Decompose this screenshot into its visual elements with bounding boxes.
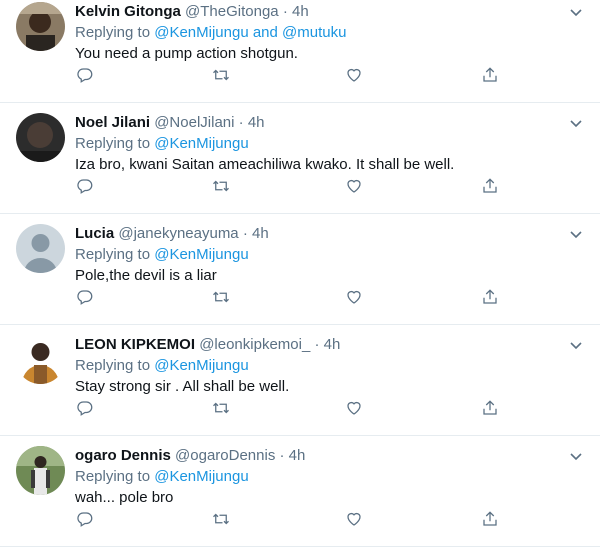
replying-to-link[interactable]: @KenMijungu [154, 357, 248, 374]
chevron-down-icon[interactable] [568, 226, 584, 242]
retweet-icon[interactable] [211, 287, 231, 307]
tweet[interactable]: Lucia @janekyneayuma · 4h Replying to @K… [0, 214, 600, 325]
tweet-actions [75, 398, 505, 418]
tweet-text: wah... pole bro [75, 489, 174, 506]
share-icon[interactable] [480, 287, 500, 307]
avatar[interactable] [16, 224, 65, 273]
author-handle[interactable]: @TheGitonga [185, 3, 279, 20]
chevron-down-icon[interactable] [568, 448, 584, 464]
timestamp[interactable]: 4h [248, 114, 265, 131]
heart-icon[interactable] [344, 176, 364, 196]
replying-to-prefix: Replying to [75, 135, 155, 152]
replying-to: Replying to @KenMijungu [75, 356, 249, 375]
tweet-actions [75, 176, 505, 196]
heart-icon[interactable] [344, 287, 364, 307]
separator-dot: · [238, 114, 244, 131]
replying-to-link[interactable]: @KenMijungu [154, 468, 248, 485]
reply-icon[interactable] [75, 398, 95, 418]
retweet-icon[interactable] [211, 65, 231, 85]
author-name[interactable]: Kelvin Gitonga [75, 3, 181, 20]
share-icon[interactable] [480, 509, 500, 529]
heart-icon[interactable] [344, 398, 364, 418]
tweet-header: Noel Jilani @NoelJilani · 4h [75, 113, 560, 132]
timestamp[interactable]: 4h [324, 336, 341, 353]
avatar[interactable] [16, 2, 65, 51]
replying-to-prefix: Replying to [75, 468, 155, 485]
retweet-icon[interactable] [211, 398, 231, 418]
replying-to: Replying to @KenMijungu [75, 467, 249, 486]
tweet-actions [75, 509, 505, 529]
reply-icon[interactable] [75, 509, 95, 529]
share-icon[interactable] [480, 65, 500, 85]
share-icon[interactable] [480, 398, 500, 418]
tweet[interactable]: ogaro Dennis @ogaroDennis · 4h Replying … [0, 436, 600, 547]
replying-to-link[interactable]: @KenMijungu and @mutuku [154, 24, 346, 41]
tweet-actions [75, 65, 505, 85]
tweet-text: Iza bro, kwani Saitan ameachiliwa kwako.… [75, 156, 455, 173]
replying-to-prefix: Replying to [75, 246, 155, 263]
separator-dot: · [282, 3, 288, 20]
tweet-text: Pole,the devil is a liar [75, 267, 217, 284]
tweet[interactable]: Kelvin Gitonga @TheGitonga · 4h Replying… [0, 0, 600, 103]
retweet-icon[interactable] [211, 176, 231, 196]
author-name[interactable]: Noel Jilani [75, 114, 150, 131]
avatar[interactable] [16, 335, 65, 384]
avatar[interactable] [16, 446, 65, 495]
tweet[interactable]: Noel Jilani @NoelJilani · 4h Replying to… [0, 103, 600, 214]
timestamp[interactable]: 4h [292, 3, 309, 20]
chevron-down-icon[interactable] [568, 4, 584, 20]
author-name[interactable]: LEON KIPKEMOI [75, 336, 195, 353]
reply-icon[interactable] [75, 287, 95, 307]
heart-icon[interactable] [344, 65, 364, 85]
tweet-text: You need a pump action shotgun. [75, 45, 298, 62]
author-handle[interactable]: @leonkipkemoi_ [199, 336, 310, 353]
tweet-actions [75, 287, 505, 307]
chevron-down-icon[interactable] [568, 115, 584, 131]
author-name[interactable]: Lucia [75, 225, 114, 242]
reply-icon[interactable] [75, 65, 95, 85]
share-icon[interactable] [480, 176, 500, 196]
tweet[interactable]: LEON KIPKEMOI @leonkipkemoi_ · 4h Replyi… [0, 325, 600, 436]
tweet-header: Lucia @janekyneayuma · 4h [75, 224, 560, 243]
tweet-header: ogaro Dennis @ogaroDennis · 4h [75, 446, 560, 465]
replying-to-prefix: Replying to [75, 24, 155, 41]
timestamp[interactable]: 4h [289, 447, 306, 464]
separator-dot: · [314, 336, 320, 353]
tweet-header: Kelvin Gitonga @TheGitonga · 4h [75, 2, 560, 21]
replying-to-prefix: Replying to [75, 357, 155, 374]
avatar[interactable] [16, 113, 65, 162]
separator-dot: · [242, 225, 248, 242]
separator-dot: · [279, 447, 285, 464]
author-name[interactable]: ogaro Dennis [75, 447, 171, 464]
timestamp[interactable]: 4h [252, 225, 269, 242]
replying-to-link[interactable]: @KenMijungu [154, 135, 248, 152]
replying-to: Replying to @KenMijungu [75, 245, 249, 264]
tweet-header: LEON KIPKEMOI @leonkipkemoi_ · 4h [75, 335, 560, 354]
heart-icon[interactable] [344, 509, 364, 529]
author-handle[interactable]: @ogaroDennis [175, 447, 275, 464]
retweet-icon[interactable] [211, 509, 231, 529]
author-handle[interactable]: @NoelJilani [154, 114, 234, 131]
chevron-down-icon[interactable] [568, 337, 584, 353]
replying-to: Replying to @KenMijungu [75, 134, 249, 153]
reply-feed: Kelvin Gitonga @TheGitonga · 4h Replying… [0, 0, 600, 547]
replying-to-link[interactable]: @KenMijungu [154, 246, 248, 263]
tweet-text: Stay strong sir . All shall be well. [75, 378, 290, 395]
replying-to: Replying to @KenMijungu and @mutuku [75, 23, 346, 42]
reply-icon[interactable] [75, 176, 95, 196]
author-handle[interactable]: @janekyneayuma [118, 225, 238, 242]
